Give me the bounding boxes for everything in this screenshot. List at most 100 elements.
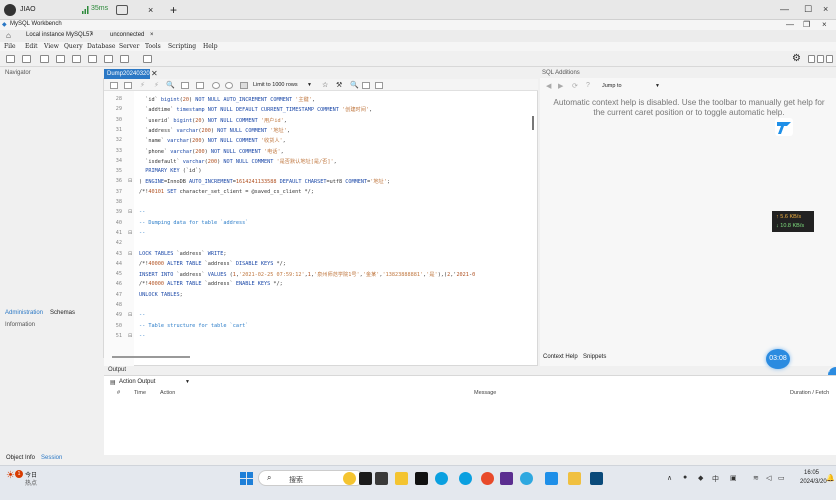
- tab-object-info[interactable]: Object Info: [6, 455, 35, 461]
- create-procedure-icon[interactable]: [104, 55, 113, 63]
- clock-date[interactable]: 2024/3/20: [800, 479, 827, 485]
- wrap-lines-icon[interactable]: [375, 82, 383, 89]
- menu-database[interactable]: Database: [87, 43, 115, 50]
- close-window-icon[interactable]: ×: [823, 4, 828, 14]
- menu-scripting[interactable]: Scripting: [168, 43, 196, 50]
- tab-context-help[interactable]: Context Help: [543, 354, 578, 360]
- tab-unconnected[interactable]: unconnected: [110, 32, 144, 38]
- tray-chevron-icon[interactable]: ∧: [667, 474, 672, 482]
- tab-administration[interactable]: Administration: [5, 310, 43, 316]
- manual-help-icon[interactable]: ?: [586, 82, 590, 89]
- visual-studio-icon[interactable]: [500, 472, 513, 485]
- windows-start-icon[interactable]: [240, 472, 253, 485]
- create-view-icon[interactable]: [88, 55, 97, 63]
- mysql-workbench-icon[interactable]: [590, 472, 603, 485]
- notification-bell-icon[interactable]: 🔔: [826, 474, 835, 482]
- find-icon[interactable]: 🔍: [350, 81, 359, 89]
- copilot-icon[interactable]: [343, 472, 356, 485]
- search-table-icon[interactable]: [143, 55, 152, 63]
- commit-icon[interactable]: [212, 82, 220, 89]
- menu-help[interactable]: Help: [203, 43, 218, 50]
- tab-icon[interactable]: [116, 5, 128, 15]
- open-sql-icon[interactable]: [22, 55, 31, 63]
- inspector-icon[interactable]: [40, 55, 49, 63]
- app-restore-icon[interactable]: ❐: [803, 20, 810, 29]
- toggle-secondary-icon[interactable]: [826, 55, 833, 63]
- tray-app-icon[interactable]: ●: [683, 474, 687, 481]
- menu-server[interactable]: Server: [119, 43, 139, 50]
- app-icon[interactable]: [359, 472, 372, 485]
- jump-to-select[interactable]: Jump to: [602, 83, 622, 89]
- new-query-icon[interactable]: [6, 55, 15, 63]
- tab-local-instance[interactable]: Local instance MySQL57: [26, 32, 93, 38]
- tab-schemas[interactable]: Schemas: [50, 310, 75, 316]
- action-output-select[interactable]: Action Output: [119, 379, 155, 385]
- rollback-icon[interactable]: [225, 82, 233, 89]
- menu-query[interactable]: Query: [64, 43, 83, 50]
- wifi-icon[interactable]: ≋: [753, 474, 759, 482]
- fold-icon[interactable]: ⊟: [128, 312, 132, 318]
- assistant-icon[interactable]: [545, 472, 558, 485]
- close-tab-icon[interactable]: ×: [148, 5, 153, 15]
- chrome-icon[interactable]: [481, 472, 494, 485]
- close-tab-icon[interactable]: ×: [150, 32, 154, 38]
- menu-view[interactable]: View: [44, 43, 59, 50]
- open-file-icon[interactable]: [110, 82, 118, 89]
- tab-snippets[interactable]: Snippets: [583, 354, 606, 360]
- browser-icon[interactable]: [459, 472, 472, 485]
- minimize-icon[interactable]: —: [780, 4, 789, 14]
- fold-icon[interactable]: ⊟: [128, 209, 132, 215]
- app-icon[interactable]: [520, 472, 533, 485]
- toggle-continue-icon[interactable]: [196, 82, 204, 89]
- forward-icon[interactable]: ▶: [558, 82, 563, 90]
- edge-icon[interactable]: [435, 472, 448, 485]
- horizontal-scrollbar[interactable]: [112, 356, 190, 358]
- vertical-scrollbar[interactable]: [532, 116, 534, 130]
- tab-session[interactable]: Session: [41, 455, 62, 461]
- file-explorer-icon[interactable]: [395, 472, 408, 485]
- recording-timer[interactable]: 03:08: [766, 349, 790, 369]
- create-schema-icon[interactable]: [56, 55, 65, 63]
- stop-icon[interactable]: [181, 82, 189, 89]
- volume-icon[interactable]: ◁: [766, 474, 771, 482]
- close-editor-tab-icon[interactable]: ✕: [151, 69, 158, 78]
- battery-icon[interactable]: ▭: [778, 474, 785, 482]
- maximize-icon[interactable]: ☐: [804, 4, 812, 15]
- tray-app-icon[interactable]: ▣: [730, 474, 737, 482]
- save-file-icon[interactable]: [124, 82, 132, 89]
- settings-gear-icon[interactable]: ⚙: [792, 53, 801, 64]
- fold-icon[interactable]: ⊟: [128, 178, 132, 184]
- invisible-chars-icon[interactable]: [362, 82, 370, 89]
- explain-icon[interactable]: 🔍: [166, 81, 175, 89]
- tray-app-icon[interactable]: ◆: [698, 474, 703, 482]
- tab-dump-file[interactable]: Dump20240320: [104, 69, 150, 79]
- autocommit-icon[interactable]: [240, 82, 248, 89]
- auto-help-icon[interactable]: ⟳: [572, 82, 578, 90]
- menu-tools[interactable]: Tools: [145, 43, 161, 50]
- weather-icon[interactable]: ☀: [6, 470, 15, 481]
- output-menu-icon[interactable]: ▤: [110, 379, 116, 386]
- fold-icon[interactable]: ⊟: [128, 251, 132, 257]
- floating-assistant-icon[interactable]: [773, 116, 795, 138]
- back-icon[interactable]: ◀: [546, 82, 551, 90]
- new-tab-icon[interactable]: +: [170, 3, 177, 17]
- toggle-sidebar-icon[interactable]: [808, 55, 815, 63]
- folder-icon[interactable]: [568, 472, 581, 485]
- menu-edit[interactable]: Edit: [25, 43, 38, 50]
- broom-icon[interactable]: ⚒: [336, 81, 342, 89]
- limit-rows-select[interactable]: Limit to 1000 rows: [253, 82, 298, 88]
- chevron-down-icon[interactable]: ▼: [655, 83, 660, 89]
- home-icon[interactable]: ⌂: [6, 31, 11, 40]
- close-tab-icon[interactable]: ×: [90, 32, 94, 38]
- app-minimize-icon[interactable]: —: [786, 20, 794, 29]
- beautify-icon[interactable]: ☆: [322, 81, 328, 89]
- menu-file[interactable]: File: [4, 43, 16, 50]
- chevron-down-icon[interactable]: ▼: [185, 379, 190, 385]
- app-close-icon[interactable]: ×: [822, 20, 827, 29]
- toggle-output-icon[interactable]: [817, 55, 824, 63]
- chevron-down-icon[interactable]: ▼: [307, 82, 312, 88]
- fold-icon[interactable]: ⊟: [128, 230, 132, 236]
- app-icon[interactable]: [375, 472, 388, 485]
- execute-icon[interactable]: ⚡: [140, 81, 145, 89]
- user-avatar[interactable]: [4, 4, 16, 16]
